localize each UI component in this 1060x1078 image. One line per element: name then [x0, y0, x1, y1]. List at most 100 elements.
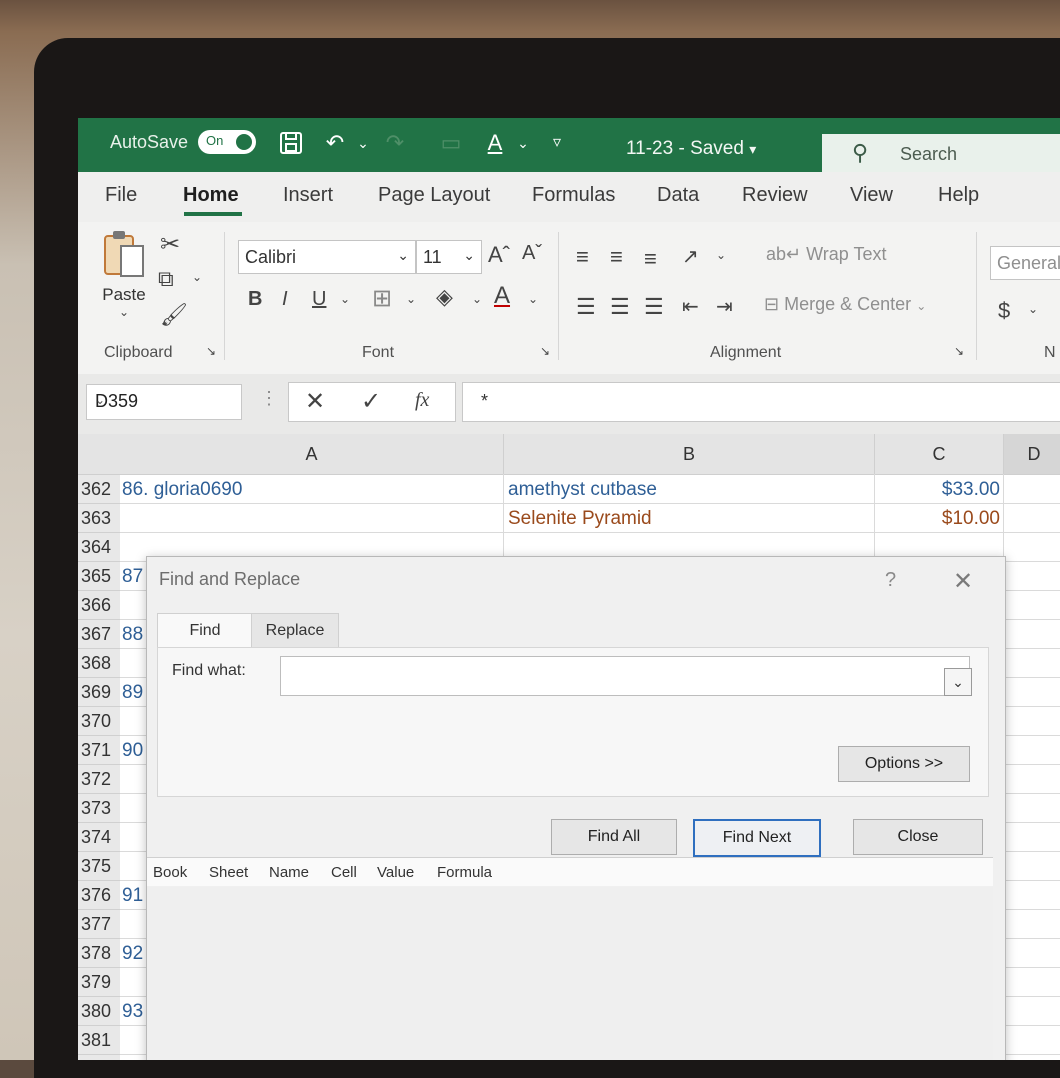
cancel-icon[interactable]: ✕ — [305, 387, 325, 416]
currency-dropdown-icon[interactable]: ⌄ — [1028, 302, 1038, 316]
cell-b[interactable]: Selenite Pyramid — [508, 504, 652, 533]
number-format-combo[interactable]: General — [990, 246, 1060, 280]
formula-input[interactable]: * — [462, 382, 1060, 422]
format-painter-icon[interactable]: 🖌 — [160, 302, 188, 328]
row-header[interactable]: 378 — [78, 939, 120, 968]
font-color-dropdown-icon[interactable]: ⌄ — [510, 130, 536, 156]
cell-a[interactable]: 92 — [122, 939, 143, 968]
save-icon[interactable] — [278, 130, 304, 156]
italic-button[interactable]: I — [282, 288, 288, 311]
row-header[interactable]: 377 — [78, 910, 120, 939]
cell-a[interactable]: 93 — [122, 997, 143, 1026]
fill-color-icon[interactable]: ◈ — [436, 284, 453, 310]
row-header[interactable]: 368 — [78, 649, 120, 678]
row-header[interactable]: 370 — [78, 707, 120, 736]
cell-b[interactable]: amethyst cutbase — [508, 475, 657, 504]
tab-file[interactable]: File — [105, 184, 137, 207]
results-col-sheet[interactable]: Sheet — [209, 864, 248, 881]
increase-font-size-icon[interactable]: Aˆ — [488, 242, 510, 268]
cell-a[interactable]: 88 — [122, 620, 143, 649]
redo-icon[interactable]: ↷ — [382, 130, 408, 156]
cell-a[interactable]: 89 — [122, 678, 143, 707]
undo-dropdown-icon[interactable]: ⌄ — [350, 130, 376, 156]
bold-button[interactable]: B — [248, 288, 262, 311]
help-button[interactable]: ? — [885, 569, 896, 592]
tab-replace[interactable]: Replace — [251, 613, 339, 649]
row-header[interactable]: 376 — [78, 881, 120, 910]
tab-view[interactable]: View — [850, 184, 893, 207]
align-bottom-icon[interactable]: ≡ — [644, 246, 657, 272]
currency-button[interactable]: $ — [998, 298, 1010, 324]
row-header[interactable]: 363 — [78, 504, 120, 533]
tab-formulas[interactable]: Formulas — [532, 184, 615, 207]
tab-help[interactable]: Help — [938, 184, 979, 207]
alignment-launcher-icon[interactable]: ↘ — [954, 344, 964, 358]
decrease-indent-icon[interactable]: ⇤ — [682, 294, 699, 319]
row-header[interactable]: 380 — [78, 997, 120, 1026]
options-button[interactable]: Options >> — [838, 746, 970, 782]
font-color-dropdown-icon[interactable]: ⌄ — [528, 292, 538, 306]
borders-dropdown-icon[interactable]: ⌄ — [406, 292, 416, 306]
row-header[interactable]: 375 — [78, 852, 120, 881]
decrease-font-size-icon[interactable]: Aˇ — [522, 242, 542, 265]
copy-icon[interactable]: ⧉ — [158, 266, 174, 292]
wrap-text-button[interactable]: ab↵ Wrap Text — [766, 244, 887, 265]
results-col-name[interactable]: Name — [269, 864, 309, 881]
row-header[interactable]: 369 — [78, 678, 120, 707]
column-header-d[interactable]: D — [1004, 434, 1060, 475]
search-box[interactable]: ⚲ Search — [822, 134, 1060, 172]
align-center-icon[interactable]: ☰ — [610, 294, 630, 320]
tab-review[interactable]: Review — [742, 184, 808, 207]
clipboard-launcher-icon[interactable]: ↘ — [206, 344, 216, 358]
close-icon[interactable]: ✕ — [953, 567, 973, 596]
cell-a[interactable]: 86. gloria0690 — [122, 475, 242, 504]
results-col-book[interactable]: Book — [153, 864, 187, 881]
borders-icon[interactable]: ⊞ — [372, 284, 392, 313]
name-box[interactable]: D359 ⌄ — [86, 384, 242, 420]
row-header[interactable]: 362 — [78, 475, 120, 504]
tab-find[interactable]: Find — [157, 613, 253, 648]
merge-center-button[interactable]: ⊟ Merge & Center ⌄ — [764, 294, 926, 315]
row-header[interactable]: 373 — [78, 794, 120, 823]
paste-button[interactable]: Paste ⌄ — [98, 228, 150, 319]
tab-home[interactable]: Home — [183, 184, 239, 207]
column-header-c[interactable]: C — [875, 434, 1004, 475]
cell-a[interactable]: 91 — [122, 881, 143, 910]
underline-dropdown-icon[interactable]: ⌄ — [340, 292, 350, 306]
row-header[interactable]: 381 — [78, 1026, 120, 1055]
align-middle-icon[interactable]: ≡ — [610, 244, 623, 270]
underline-button[interactable]: U — [312, 288, 326, 311]
row-header[interactable]: 379 — [78, 968, 120, 997]
row-header[interactable]: 367 — [78, 620, 120, 649]
row-header[interactable]: 372 — [78, 765, 120, 794]
cut-icon[interactable]: ✂ — [160, 230, 180, 259]
undo-icon[interactable]: ↶ — [322, 130, 348, 156]
insert-function-icon[interactable]: fx — [415, 389, 429, 412]
orientation-icon[interactable]: ↗ — [682, 244, 699, 269]
cell-a[interactable]: 87 — [122, 562, 143, 591]
cell-a[interactable]: 94 — [122, 1055, 143, 1060]
tab-data[interactable]: Data — [657, 184, 699, 207]
more-options-icon[interactable]: ⋮ — [260, 388, 278, 409]
row-header[interactable]: 371 — [78, 736, 120, 765]
increase-indent-icon[interactable]: ⇥ — [716, 294, 733, 319]
font-size-combo[interactable]: 11 ⌄ — [416, 240, 482, 274]
results-col-formula[interactable]: Formula — [437, 864, 492, 881]
close-button[interactable]: Close — [853, 819, 983, 855]
orientation-dropdown-icon[interactable]: ⌄ — [716, 248, 726, 262]
column-header-b[interactable]: B — [504, 434, 875, 475]
find-all-button[interactable]: Find All — [551, 819, 677, 855]
row-header[interactable]: 374 — [78, 823, 120, 852]
cell-c[interactable]: $33.00 — [880, 475, 1000, 504]
enter-icon[interactable]: ✓ — [361, 387, 381, 416]
row-header[interactable]: 366 — [78, 591, 120, 620]
results-list[interactable] — [147, 887, 993, 1060]
font-color-quick-icon[interactable]: A — [482, 130, 508, 156]
tab-page-layout[interactable]: Page Layout — [378, 184, 490, 207]
results-col-cell[interactable]: Cell — [331, 864, 357, 881]
cell-c[interactable]: $10.00 — [880, 504, 1000, 533]
find-history-dropdown[interactable]: ⌄ — [944, 668, 972, 696]
document-title[interactable]: 11-23 - Saved ▾ — [626, 138, 756, 160]
customize-toolbar-icon[interactable]: ▿ — [544, 130, 570, 156]
row-header[interactable]: 382 — [78, 1055, 120, 1060]
